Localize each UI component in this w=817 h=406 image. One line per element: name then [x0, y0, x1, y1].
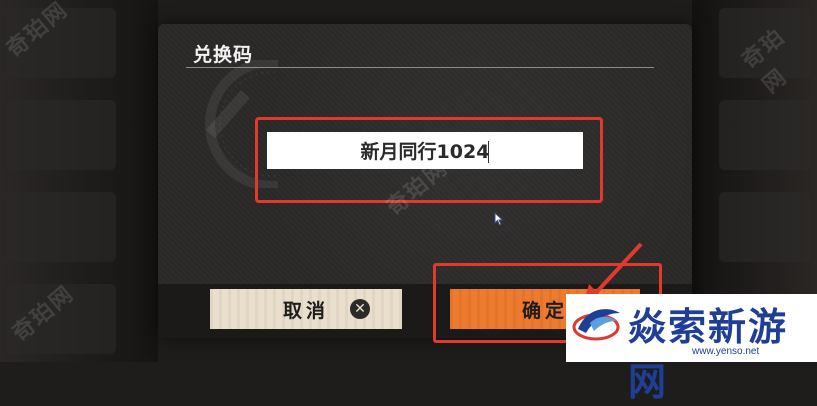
logo-url: www.yenso.net [692, 346, 760, 357]
close-circle-icon: ✕ [350, 299, 370, 319]
site-logo: 焱索新游网 www.yenso.net [566, 294, 817, 404]
text-caret [488, 141, 489, 163]
ticket-edge [399, 289, 405, 329]
dialog-title: 兑换码 [193, 44, 254, 66]
logo-mark-icon [572, 309, 620, 341]
mouse-pointer-icon [494, 212, 504, 226]
ticket-edge [207, 289, 213, 329]
cancel-button[interactable]: 取消 ✕ [207, 289, 405, 329]
cancel-button-label: 取消 [282, 299, 329, 322]
background-tile [719, 100, 811, 170]
background-tile [6, 192, 116, 262]
background-tile [6, 100, 116, 170]
background-tile [719, 192, 811, 262]
title-divider [186, 67, 654, 68]
